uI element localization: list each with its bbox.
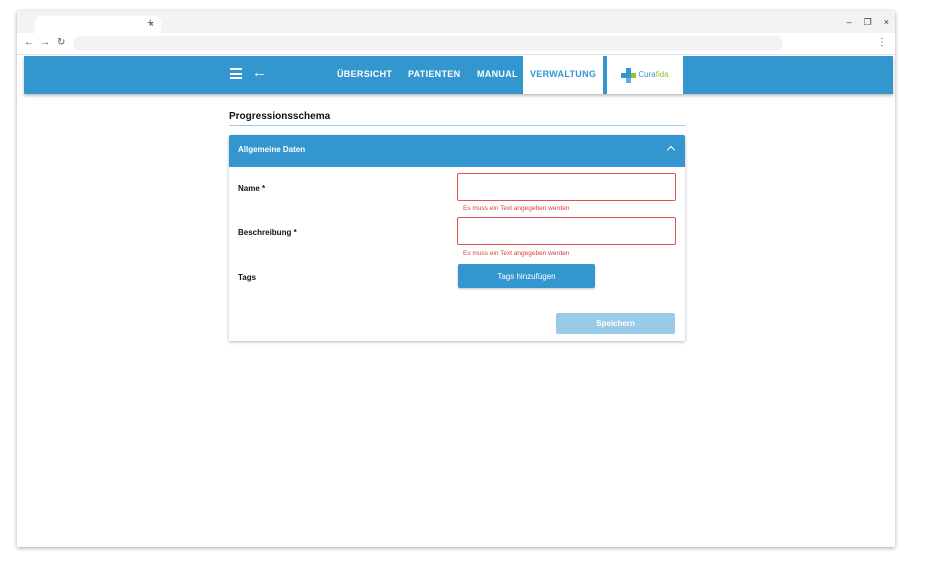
page-title: Progressionsschema: [229, 111, 685, 126]
tab-strip: × + – ❐ ×: [17, 11, 895, 33]
nav-uebersicht[interactable]: ÜBERSICHT: [337, 56, 392, 94]
restore-icon[interactable]: ❐: [864, 17, 872, 28]
browser-menu-icon[interactable]: ⋮: [877, 36, 887, 50]
browser-toolbar: ← → ↻ ⋮: [17, 33, 895, 55]
name-error: Es muss ein Text angegeben werden: [463, 205, 570, 212]
browser-tab[interactable]: ×: [35, 16, 161, 33]
section-header[interactable]: Allgemeine Daten: [229, 135, 685, 167]
hamburger-menu-icon[interactable]: [230, 68, 242, 79]
form-card: Allgemeine Daten Name * Es muss ein Text…: [229, 135, 685, 341]
logo-wordmark: Curafida: [638, 70, 669, 79]
section-title: Allgemeine Daten: [238, 145, 306, 154]
name-label: Name *: [238, 184, 266, 193]
beschreibung-field[interactable]: [457, 217, 676, 245]
close-window-icon[interactable]: ×: [884, 17, 889, 28]
minimize-icon[interactable]: –: [847, 17, 852, 28]
reload-icon[interactable]: ↻: [57, 36, 65, 50]
new-tab-icon[interactable]: +: [147, 16, 153, 30]
tags-label: Tags: [238, 273, 257, 282]
browser-window: × + – ❐ × ← → ↻ ⋮ ← ÜBERSICHT PATIENTEN …: [17, 11, 895, 547]
forward-nav-icon[interactable]: →: [40, 36, 50, 50]
logo-cross-icon: [621, 67, 637, 83]
window-controls: – ❐ ×: [847, 17, 889, 28]
add-tags-button[interactable]: Tags hinzufügen: [458, 264, 595, 288]
chevron-up-icon[interactable]: [666, 145, 676, 155]
back-nav-icon[interactable]: ←: [24, 36, 34, 50]
nav-patienten[interactable]: PATIENTEN: [408, 56, 460, 94]
beschreibung-error: Es muss ein Text angegeben werden: [463, 250, 570, 257]
curafida-logo[interactable]: Curafida: [607, 56, 683, 94]
arrow-back-icon[interactable]: ←: [252, 64, 267, 82]
name-field[interactable]: [457, 173, 676, 201]
address-bar[interactable]: [73, 36, 783, 51]
beschreibung-label: Beschreibung *: [238, 228, 297, 237]
nav-verwaltung[interactable]: VERWALTUNG: [523, 56, 604, 94]
save-button[interactable]: Speichern: [556, 313, 675, 334]
app-header: ← ÜBERSICHT PATIENTEN MANUAL VERWALTUNG …: [24, 56, 893, 94]
nav-manual[interactable]: MANUAL: [477, 56, 518, 94]
